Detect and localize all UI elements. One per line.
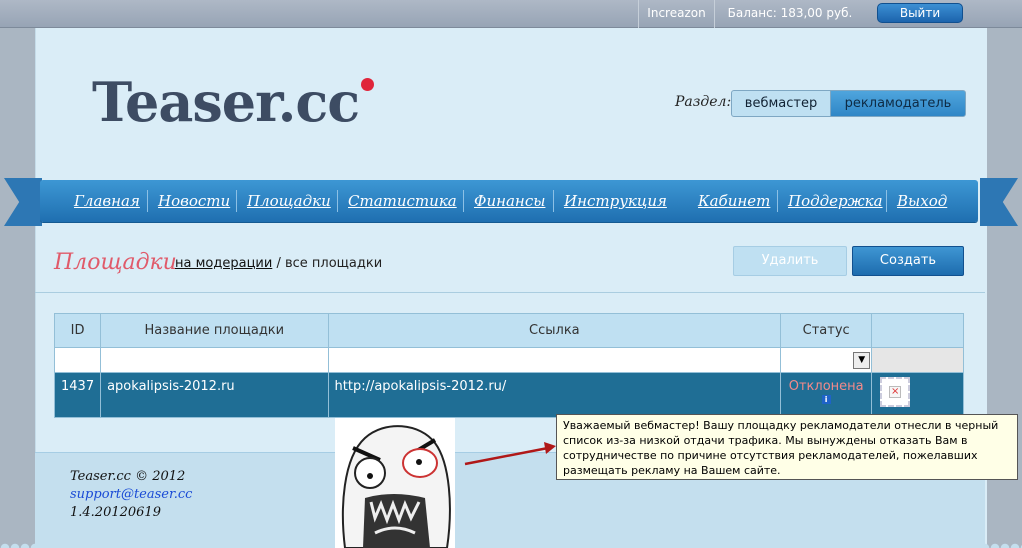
rage-face-image bbox=[335, 418, 455, 548]
table-row[interactable]: 1437 apokalipsis-2012.ru http://apokalip… bbox=[53, 372, 964, 418]
filter-empty bbox=[871, 347, 964, 373]
perforated-edge-bottom bbox=[0, 538, 1022, 548]
filter-url[interactable] bbox=[327, 347, 782, 373]
nav-separator bbox=[463, 190, 464, 212]
section-advertiser-button[interactable]: рекламодатель bbox=[830, 90, 966, 117]
footer-copyright: Teaser.cc © 2012 bbox=[70, 469, 186, 484]
nav-separator bbox=[337, 190, 338, 212]
cell-name: apokalipsis-2012.ru bbox=[100, 372, 329, 418]
rejection-tooltip: Уважаемый вебмастер! Вашу площадку рекла… bbox=[556, 414, 1018, 480]
nav-instructions[interactable]: Инструкция bbox=[564, 192, 667, 210]
nav-support[interactable]: Поддержка bbox=[788, 192, 883, 210]
top-bar: Increazon Баланс: 183,00 руб. Выйти bbox=[0, 0, 1022, 28]
cell-id: 1437 bbox=[53, 372, 102, 418]
sites-table: ID Название площадки Ссылка Статус ▼ 143… bbox=[53, 313, 964, 418]
main-nav: Главная Новости Площадки Статистика Фина… bbox=[40, 180, 978, 222]
nav-home[interactable]: Главная bbox=[74, 192, 140, 210]
delete-button[interactable]: Удалить bbox=[733, 246, 847, 276]
header-actions bbox=[871, 313, 964, 348]
close-icon: × bbox=[889, 386, 902, 398]
divider bbox=[35, 292, 985, 293]
info-icon[interactable]: i bbox=[821, 395, 831, 404]
filter-name[interactable] bbox=[100, 347, 329, 373]
red-arrow bbox=[464, 442, 556, 466]
page-title: Площадки bbox=[54, 250, 177, 275]
nav-separator bbox=[236, 190, 237, 212]
footer-version: 1.4.20120619 bbox=[70, 505, 161, 520]
section-label: Раздел: bbox=[675, 94, 732, 110]
nav-ribbon-right bbox=[980, 178, 1018, 226]
header-id: ID bbox=[53, 313, 102, 348]
logout-button[interactable]: Выйти bbox=[877, 3, 963, 23]
status-rejected: Отклонена bbox=[788, 379, 864, 394]
nav-ribbon-left bbox=[4, 178, 42, 226]
nav-separator bbox=[886, 190, 887, 212]
chevron-down-icon[interactable]: ▼ bbox=[853, 352, 871, 369]
nav-cabinet[interactable]: Кабинет bbox=[698, 192, 770, 210]
create-button[interactable]: Создать bbox=[852, 246, 964, 276]
site-logo[interactable]: Teaser.cc bbox=[92, 70, 375, 134]
header-url: Ссылка bbox=[327, 313, 782, 348]
balance-text: Баланс: 183,00 руб. bbox=[714, 0, 865, 28]
delete-row-button[interactable]: × bbox=[880, 377, 911, 407]
cell-status: Отклонена i bbox=[780, 372, 873, 418]
nav-separator bbox=[777, 190, 778, 212]
nav-separator bbox=[553, 190, 554, 212]
nav-sites[interactable]: Площадки bbox=[247, 192, 331, 210]
breadcrumb: на модерации / все площадки bbox=[175, 256, 382, 271]
header-name: Название площадки bbox=[100, 313, 329, 348]
username: Increazon bbox=[638, 0, 714, 28]
filter-id[interactable] bbox=[53, 347, 102, 373]
cell-actions: × bbox=[871, 372, 964, 418]
nav-separator bbox=[147, 190, 148, 212]
section-webmaster-button[interactable]: вебмастер bbox=[731, 90, 831, 117]
filter-status-select[interactable]: ▼ bbox=[780, 347, 873, 373]
filter-all-label: / все площадки bbox=[272, 256, 383, 271]
nav-finance[interactable]: Финансы bbox=[474, 192, 545, 210]
nav-news[interactable]: Новости bbox=[158, 192, 230, 210]
nav-statistics[interactable]: Статистика bbox=[348, 192, 457, 210]
nav-exit[interactable]: Выход bbox=[897, 192, 947, 210]
filter-moderation-link[interactable]: на модерации bbox=[175, 256, 272, 271]
cell-url: http://apokalipsis-2012.ru/ bbox=[327, 372, 782, 418]
header-status: Статус bbox=[780, 313, 873, 348]
logo-dot bbox=[361, 78, 375, 91]
support-email-link[interactable]: support@teaser.cc bbox=[70, 487, 192, 502]
